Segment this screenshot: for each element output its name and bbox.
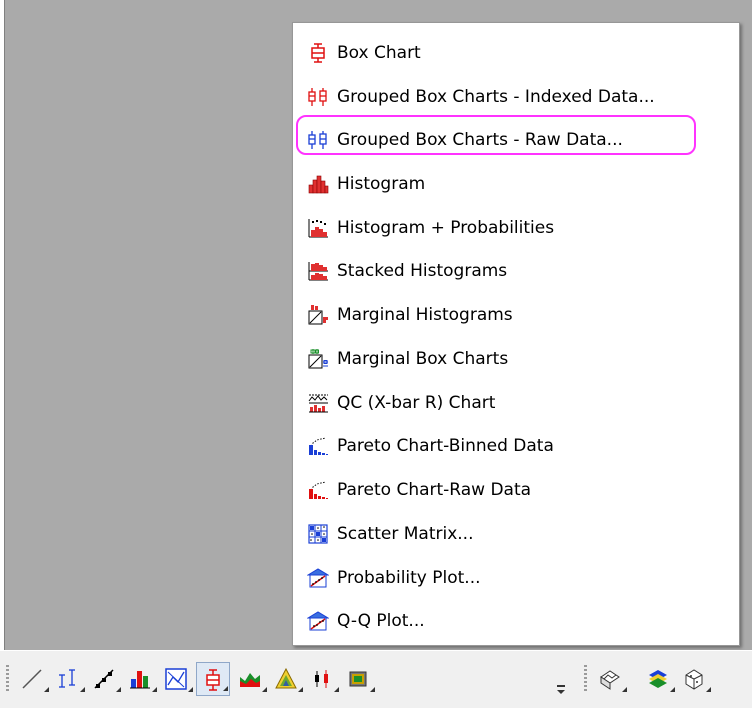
menu-item-marginal-box-charts[interactable]: Marginal Box Charts: [301, 340, 733, 378]
menu-item-pareto-raw[interactable]: Pareto Chart-Raw Data: [301, 471, 733, 509]
toolbar-grip[interactable]: [584, 665, 587, 693]
chevron-down-icon: [557, 690, 565, 694]
dropdown-arrow-icon: [706, 687, 711, 692]
error-bar-icon: [59, 669, 75, 688]
box-chart-icon: [206, 669, 220, 691]
dropdown-arrow-icon: [334, 687, 339, 692]
ternary-plot-icon: [275, 667, 297, 689]
menu-item-label: Stacked Histograms: [337, 261, 508, 281]
menu-item-histogram[interactable]: Histogram: [301, 165, 733, 203]
line-plot-icon: [22, 669, 42, 689]
menu-item-stacked-histograms[interactable]: Stacked Histograms: [301, 252, 733, 290]
high-low-close-icon: [315, 670, 328, 688]
menu-item-qq-plot[interactable]: Q-Q Plot...: [301, 602, 733, 640]
area-plot-button[interactable]: [234, 662, 268, 696]
menu-item-probability-plot[interactable]: Probability Plot...: [301, 559, 733, 597]
highlight-ellipse: [296, 115, 696, 155]
scatter-frame-button[interactable]: [160, 662, 194, 696]
3d-box-button[interactable]: [678, 662, 712, 696]
dropdown-arrow-icon: [188, 687, 193, 692]
menu-item-label: Probability Plot...: [337, 568, 481, 588]
toolbar-overflow-button[interactable]: [554, 669, 568, 699]
dropdown-arrow-icon: [262, 687, 267, 692]
menu-item-scatter-matrix[interactable]: Scatter Matrix...: [301, 515, 733, 553]
probability-plot-icon: [306, 567, 330, 589]
3d-wire-button[interactable]: [594, 662, 628, 696]
qc-chart-icon: [307, 392, 329, 414]
menu-item-pareto-binned[interactable]: Pareto Chart-Binned Data: [301, 427, 733, 465]
3d-box-icon: [685, 669, 703, 690]
dropdown-arrow-icon: [370, 687, 375, 692]
dropdown-arrow-icon: [116, 687, 121, 692]
menu-item-label: Box Chart: [337, 43, 421, 63]
menu-item-label: Grouped Box Charts - Indexed Data...: [337, 87, 655, 107]
scatter-matrix-icon: [307, 523, 329, 545]
column-plot-button[interactable]: [124, 662, 158, 696]
menu-item-marginal-histograms[interactable]: Marginal Histograms: [301, 296, 733, 334]
dropdown-arrow-icon: [44, 687, 49, 692]
ternary-plot-button[interactable]: [270, 662, 304, 696]
line-plot-button[interactable]: [16, 662, 50, 696]
3d-surface-button[interactable]: [642, 662, 676, 696]
menu-item-box-chart[interactable]: Box Chart: [301, 34, 733, 72]
area-plot-icon: [240, 673, 260, 687]
dropdown-arrow-icon: [670, 687, 675, 692]
menu-item-label: Pareto Chart-Raw Data: [337, 480, 532, 500]
menu-item-label: Histogram + Probabilities: [337, 218, 555, 238]
marginal-box-charts-icon: [307, 348, 329, 370]
scatter-frame-icon: [165, 668, 187, 690]
menu-item-qc-chart[interactable]: QC (X-bar R) Chart: [301, 384, 733, 422]
menu-item-label: Q-Q Plot...: [337, 611, 425, 631]
histogram-icon: [307, 173, 329, 195]
3d-surface-icon: [649, 670, 667, 688]
dropdown-arrow-icon: [152, 687, 157, 692]
menu-item-label: Marginal Histograms: [337, 305, 513, 325]
menu-item-label: Marginal Box Charts: [337, 349, 509, 369]
dropdown-arrow-icon: [80, 687, 85, 692]
histogram-probabilities-icon: [307, 217, 329, 239]
box-chart-icon: [307, 42, 329, 64]
line-symbol-icon: [94, 669, 114, 689]
line-symbol-button[interactable]: [88, 662, 122, 696]
pareto-binned-icon: [307, 435, 329, 457]
image-plot-icon: [349, 671, 367, 687]
menu-item-grouped-box-indexed[interactable]: Grouped Box Charts - Indexed Data...: [301, 78, 733, 116]
menu-item-label: QC (X-bar R) Chart: [337, 393, 496, 413]
dropdown-arrow-icon: [298, 687, 303, 692]
menu-item-histogram-probabilities[interactable]: Histogram + Probabilities: [301, 209, 733, 247]
menu-item-label: Pareto Chart-Binned Data: [337, 436, 554, 456]
menu-item-label: Histogram: [337, 174, 426, 194]
high-low-close-button[interactable]: [306, 662, 340, 696]
error-bar-button[interactable]: [52, 662, 86, 696]
grouped-box-indexed-icon: [307, 86, 329, 108]
column-plot-icon: [130, 671, 150, 689]
image-plot-button[interactable]: [342, 662, 376, 696]
marginal-histograms-icon: [307, 304, 329, 326]
dropdown-arrow-icon: [223, 686, 228, 691]
3d-wire-icon: [600, 670, 620, 690]
overflow-bar-icon: [557, 685, 565, 687]
pareto-raw-icon: [307, 479, 329, 501]
plot-toolbar: [0, 650, 752, 708]
toolbar-grip[interactable]: [6, 665, 9, 693]
stacked-histograms-icon: [307, 260, 329, 282]
menu-item-label: Scatter Matrix...: [337, 524, 474, 544]
qq-plot-icon: [306, 610, 330, 632]
box-chart-button[interactable]: [196, 662, 230, 696]
dropdown-arrow-icon: [622, 687, 627, 692]
